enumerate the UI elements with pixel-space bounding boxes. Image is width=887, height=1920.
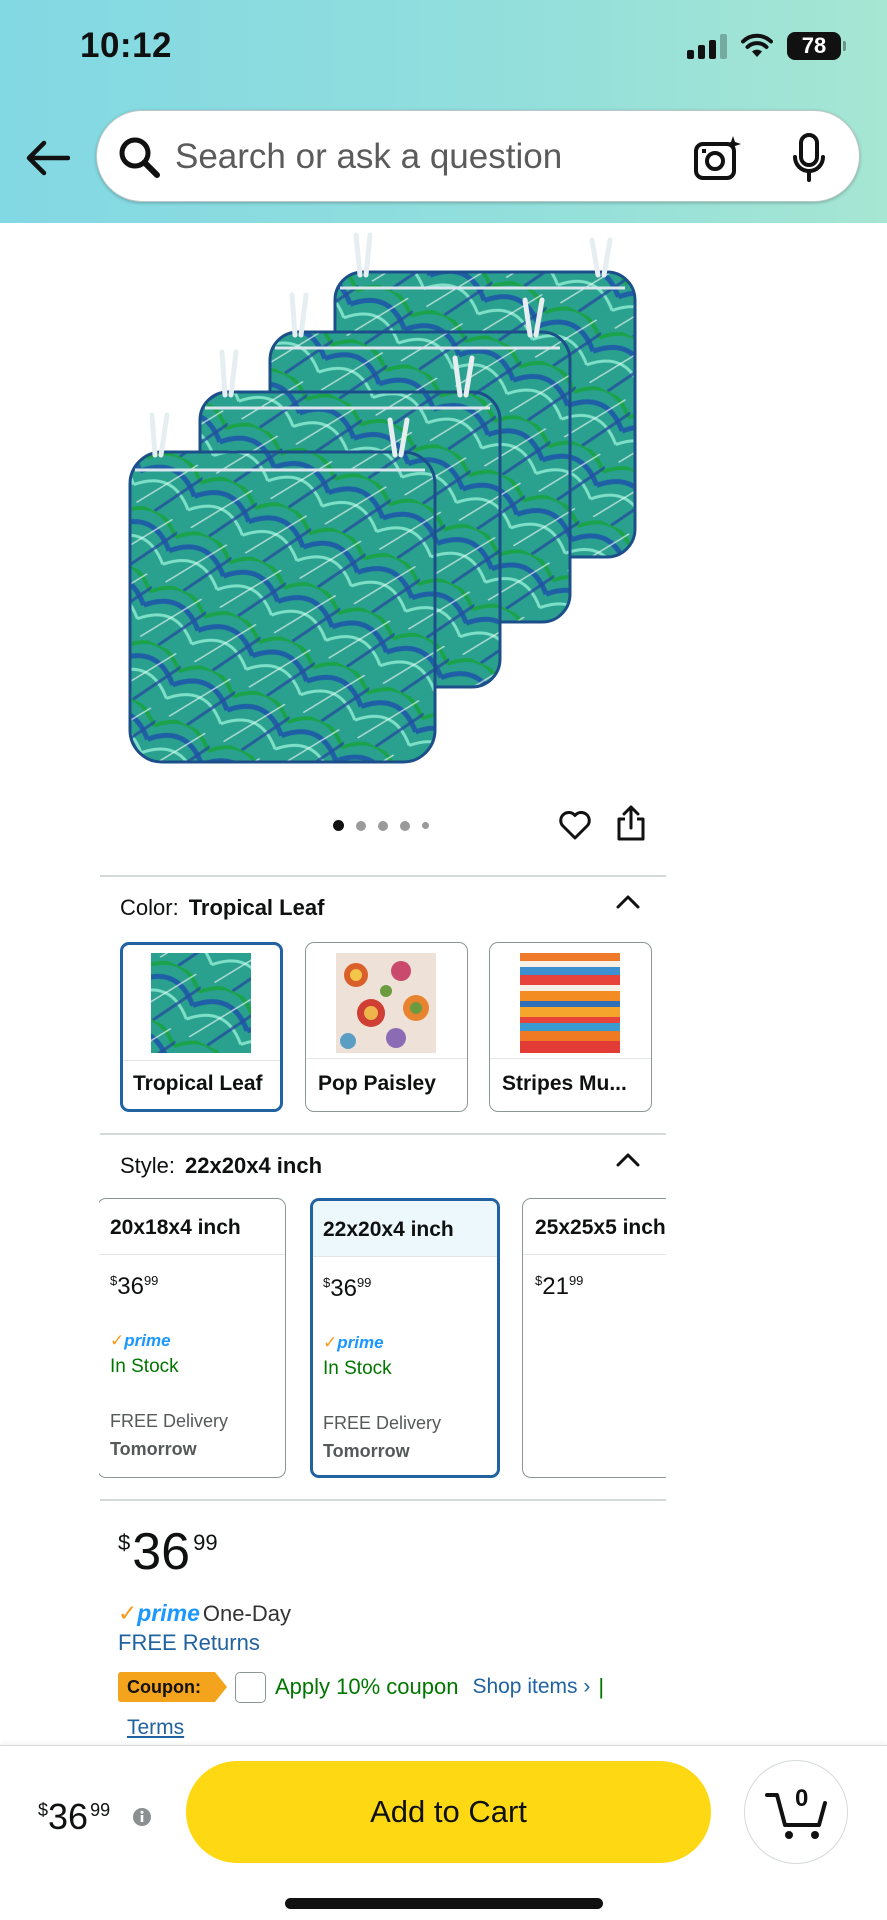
back-button[interactable] xyxy=(24,134,72,182)
color-swatch-stripes-multi[interactable]: Stripes Mu... xyxy=(489,942,652,1112)
wishlist-heart-icon[interactable] xyxy=(558,808,592,842)
info-icon[interactable] xyxy=(132,1807,152,1827)
product-image[interactable] xyxy=(120,230,640,770)
home-indicator xyxy=(285,1898,603,1909)
style-option-25x25x5[interactable]: 25x25x5 inch $2199 xyxy=(522,1198,666,1478)
pop-paisley-thumbnail xyxy=(336,953,436,1053)
swatch-label: Tropical Leaf xyxy=(133,1072,263,1095)
style-option-price: $2199 xyxy=(535,1273,584,1300)
cart-count: 0 xyxy=(795,1785,809,1812)
style-option-price: $3699 xyxy=(110,1273,159,1300)
style-label: Style: xyxy=(120,1153,176,1178)
cart-button[interactable]: 0 xyxy=(744,1760,848,1864)
style-option-20x18x4[interactable]: 20x18x4 inch $3699 ✓prime In Stock FREE … xyxy=(99,1198,286,1478)
carousel-dot[interactable] xyxy=(400,820,410,831)
divider xyxy=(100,1133,666,1135)
bottom-price: $ 36 99 xyxy=(38,1796,110,1838)
color-section-label: Color: Tropical Leaf xyxy=(120,895,324,921)
style-option-name: 22x20x4 inch xyxy=(313,1201,497,1257)
style-option-name: 20x18x4 inch xyxy=(99,1199,285,1255)
battery-icon: 78 xyxy=(787,32,846,60)
price-whole: 36 xyxy=(132,1523,191,1581)
status-icons: 78 xyxy=(687,32,846,60)
prime-logo: ✓prime xyxy=(118,1600,200,1626)
collapse-chevron-icon[interactable] xyxy=(614,1150,642,1170)
price-cents: 99 xyxy=(193,1530,218,1555)
cellular-signal-icon xyxy=(687,33,727,59)
bottom-price-whole: 36 xyxy=(48,1796,89,1837)
bottom-price-cents: 99 xyxy=(90,1800,111,1820)
style-section-label: Style: 22x20x4 inch xyxy=(120,1153,322,1179)
swatch-label: Stripes Mu... xyxy=(502,1072,627,1095)
product-price: $ 36 99 xyxy=(118,1522,218,1582)
prime-badge: ✓prime xyxy=(110,1331,171,1350)
carousel-dot[interactable] xyxy=(422,822,429,829)
prime-delivery-text: One-Day xyxy=(202,1600,291,1626)
header: 10:12 78 xyxy=(0,0,887,223)
back-arrow-icon xyxy=(26,140,70,176)
tropical-leaf-thumbnail xyxy=(151,953,251,1053)
style-option-22x20x4[interactable]: 22x20x4 inch $3699 ✓prime In Stock FREE … xyxy=(310,1198,500,1478)
free-returns-link[interactable]: FREE Returns xyxy=(118,1630,260,1656)
camera-search-icon[interactable] xyxy=(693,135,741,183)
collapse-chevron-icon[interactable] xyxy=(614,892,642,912)
share-icon[interactable] xyxy=(614,804,648,842)
wifi-icon xyxy=(741,33,773,57)
color-swatch-pop-paisley[interactable]: Pop Paisley xyxy=(305,942,468,1112)
style-options-carousel[interactable]: 20x18x4 inch $3699 ✓prime In Stock FREE … xyxy=(99,1198,666,1480)
color-label: Color: xyxy=(120,895,179,920)
carousel-dot[interactable] xyxy=(356,820,366,831)
status-time: 10:12 xyxy=(80,26,173,65)
style-option-price: $3699 xyxy=(323,1275,372,1302)
stock-status: In Stock xyxy=(323,1358,392,1379)
carousel-dot[interactable] xyxy=(333,820,344,831)
price-currency: $ xyxy=(118,1530,131,1555)
bottom-price-currency: $ xyxy=(38,1800,49,1820)
color-swatch-tropical-leaf[interactable]: Tropical Leaf xyxy=(120,942,283,1112)
divider xyxy=(100,1499,666,1501)
color-selected-value: Tropical Leaf xyxy=(188,895,325,920)
carousel-dot[interactable] xyxy=(378,820,388,831)
delivery-text: FREE Delivery xyxy=(323,1413,442,1433)
coupon-tag: Coupon: xyxy=(118,1672,227,1702)
apply-coupon-text[interactable]: Apply 10% coupon xyxy=(275,1674,458,1700)
battery-level: 78 xyxy=(801,33,827,58)
prime-badge: ✓prime xyxy=(323,1333,384,1352)
shop-items-link[interactable]: Shop items › xyxy=(472,1675,590,1699)
coupon-terms-link[interactable]: Terms xyxy=(127,1716,184,1740)
add-to-cart-button[interactable]: Add to Cart xyxy=(186,1761,711,1863)
image-carousel-dots xyxy=(333,820,429,831)
search-bar[interactable] xyxy=(96,110,860,202)
style-option-name: 25x25x5 inch xyxy=(523,1199,666,1255)
microphone-icon[interactable] xyxy=(791,133,827,183)
search-input[interactable] xyxy=(175,135,645,179)
prime-delivery: ✓prime One-Day xyxy=(118,1600,291,1627)
stock-status: In Stock xyxy=(110,1356,179,1377)
swatch-label: Pop Paisley xyxy=(318,1072,436,1095)
separator: | xyxy=(598,1674,605,1699)
product-page: 10:12 78 Search or ask a question Color:… xyxy=(0,0,887,1920)
delivery-text: FREE Delivery xyxy=(110,1411,229,1431)
coupon-checkbox[interactable] xyxy=(234,1671,266,1703)
divider xyxy=(100,875,666,877)
bottom-action-bar: $ 36 99 Add to Cart 0 xyxy=(0,1745,887,1920)
coupon-row: Coupon: Apply 10% coupon Shop items › | xyxy=(118,1670,604,1704)
style-selected-value: 22x20x4 inch xyxy=(185,1153,323,1178)
stripes-thumbnail xyxy=(520,953,620,1053)
search-icon xyxy=(119,137,160,178)
delivery-day: Tomorrow xyxy=(110,1439,197,1459)
delivery-day: Tomorrow xyxy=(323,1441,410,1461)
